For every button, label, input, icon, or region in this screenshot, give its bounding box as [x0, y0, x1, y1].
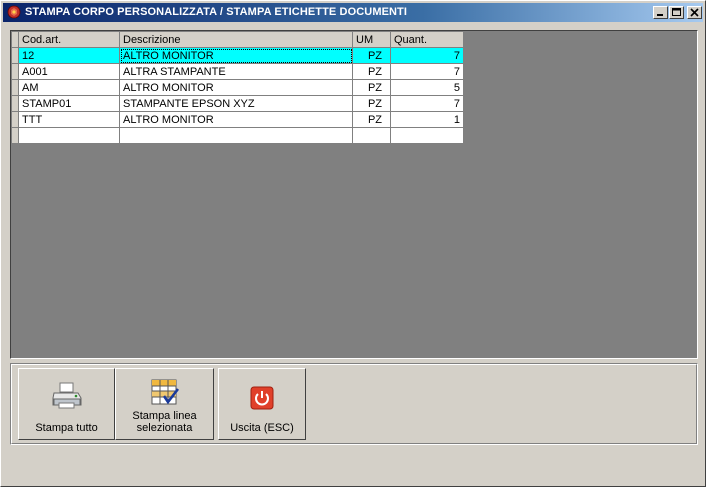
cell-cod[interactable]: AM	[18, 79, 120, 96]
power-icon	[250, 386, 274, 410]
cell-descrizione[interactable]: STAMPANTE EPSON XYZ	[119, 95, 353, 112]
cell-cod[interactable]: A001	[18, 63, 120, 80]
grid-check-icon	[151, 379, 179, 405]
cell-descrizione[interactable]: ALTRO MONITOR	[119, 111, 353, 128]
table-row[interactable]: A001 ALTRA STAMPANTE PZ 7	[11, 63, 464, 80]
maximize-button[interactable]	[669, 6, 684, 19]
cell-quant[interactable]	[390, 127, 464, 144]
main-window: STAMPA CORPO PERSONALIZZATA / STAMPA ETI…	[0, 0, 706, 487]
cell-descrizione[interactable]: ALTRO MONITOR	[119, 79, 353, 96]
button-panel-inner: Stampa tutto Stampa linea selezionata Us…	[11, 364, 697, 444]
column-header-um[interactable]: UM	[352, 31, 391, 48]
print-all-label: Stampa tutto	[35, 422, 98, 434]
minimize-icon	[657, 14, 663, 16]
title-bar[interactable]: STAMPA CORPO PERSONALIZZATA / STAMPA ETI…	[3, 3, 703, 22]
cell-cod[interactable]: TTT	[18, 111, 120, 128]
minimize-button[interactable]	[653, 6, 668, 19]
close-button[interactable]	[687, 6, 702, 19]
items-grid[interactable]: Cod.art. Descrizione UM Quant. 12 ALTRO …	[11, 31, 464, 144]
cell-um[interactable]: PZ	[352, 63, 391, 80]
table-row[interactable]: 12 ALTRO MONITOR PZ 7	[11, 47, 464, 64]
row-indicator[interactable]	[11, 63, 19, 80]
column-header-cod[interactable]: Cod.art.	[18, 31, 120, 48]
table-row[interactable]: TTT ALTRO MONITOR PZ 1	[11, 111, 464, 128]
grid-header-row: Cod.art. Descrizione UM Quant.	[11, 31, 464, 48]
cell-quant[interactable]: 7	[390, 47, 464, 64]
row-indicator-header	[11, 31, 19, 48]
print-selected-line1: Stampa linea	[132, 410, 197, 422]
exit-button[interactable]: Uscita (ESC)	[218, 368, 306, 440]
cell-um[interactable]: PZ	[352, 111, 391, 128]
cell-quant[interactable]: 5	[390, 79, 464, 96]
row-indicator[interactable]	[11, 79, 19, 96]
printer-icon	[52, 382, 81, 409]
print-selected-line-label: Stampa linea selezionata	[116, 410, 213, 434]
close-icon	[690, 8, 699, 17]
print-all-button[interactable]: Stampa tutto	[18, 368, 115, 440]
cell-quant[interactable]: 1	[390, 111, 464, 128]
row-indicator[interactable]	[11, 111, 19, 128]
table-row[interactable]: AM ALTRO MONITOR PZ 5	[11, 79, 464, 96]
items-grid-area[interactable]: Cod.art. Descrizione UM Quant. 12 ALTRO …	[10, 30, 698, 359]
cell-descrizione[interactable]	[119, 127, 353, 144]
table-row[interactable]: STAMP01 STAMPANTE EPSON XYZ PZ 7	[11, 95, 464, 112]
empty-new-row[interactable]	[11, 127, 464, 144]
maximize-icon	[672, 8, 681, 16]
column-header-descrizione[interactable]: Descrizione	[119, 31, 353, 48]
cell-cod[interactable]: 12	[18, 47, 120, 64]
cell-descrizione[interactable]: ALTRA STAMPANTE	[119, 63, 353, 80]
app-icon	[7, 5, 21, 19]
cell-um[interactable]	[352, 127, 391, 144]
exit-label: Uscita (ESC)	[230, 422, 294, 434]
window-title: STAMPA CORPO PERSONALIZZATA / STAMPA ETI…	[25, 6, 408, 18]
cell-cod[interactable]: STAMP01	[18, 95, 120, 112]
cell-um[interactable]: PZ	[352, 95, 391, 112]
column-header-quant[interactable]: Quant.	[390, 31, 464, 48]
cell-quant[interactable]: 7	[390, 95, 464, 112]
print-selected-line2: selezionata	[136, 422, 193, 434]
row-indicator[interactable]	[11, 47, 19, 64]
cell-um[interactable]: PZ	[352, 79, 391, 96]
row-indicator[interactable]	[11, 95, 19, 112]
cell-quant[interactable]: 7	[390, 63, 464, 80]
cell-um[interactable]: PZ	[352, 47, 391, 64]
button-panel: Stampa tutto Stampa linea selezionata Us…	[10, 363, 698, 445]
cell-descrizione[interactable]: ALTRO MONITOR	[119, 47, 353, 64]
print-selected-line-button[interactable]: Stampa linea selezionata	[115, 368, 214, 440]
cell-cod[interactable]	[18, 127, 120, 144]
row-indicator[interactable]	[11, 127, 19, 144]
